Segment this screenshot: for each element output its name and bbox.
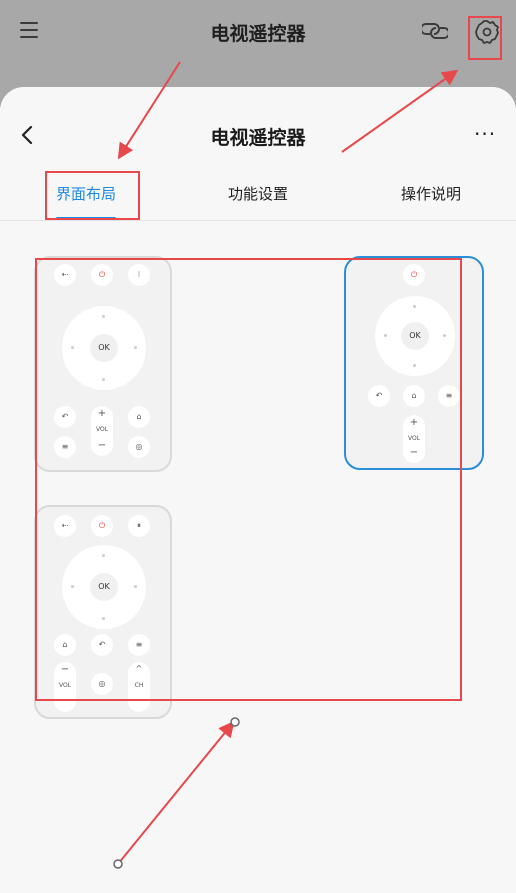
- tab-function-settings[interactable]: 功能设置: [228, 183, 288, 204]
- volume-control: + VOL −: [91, 406, 113, 456]
- active-tab-indicator: [56, 217, 116, 220]
- back-icon: ↶: [54, 406, 76, 428]
- settings-sheet: 电视遥控器 ··· 界面布局 功能设置 操作说明 ⇠ ⏻ ⁝ OK ↶ + VO…: [0, 87, 516, 893]
- ok-button: OK: [90, 334, 118, 362]
- link-icon[interactable]: [422, 20, 448, 42]
- tab-bar: 界面布局 功能设置 操作说明: [0, 183, 516, 221]
- volume-control: + VOL −: [403, 415, 425, 463]
- pause-icon: ⏸: [128, 515, 150, 537]
- sheet-header: 电视遥控器 ···: [0, 87, 516, 187]
- dpad: OK: [62, 306, 146, 390]
- tab-instructions[interactable]: 操作说明: [401, 183, 461, 204]
- input-icon: ⇠: [54, 515, 76, 537]
- menu-lines-icon: ≡: [54, 436, 76, 458]
- ok-button: OK: [401, 322, 429, 350]
- volume-control: − VOL: [54, 662, 76, 712]
- power-icon: ⏻: [403, 264, 425, 286]
- input-icon: ⇠: [54, 264, 76, 286]
- home-icon: ⌂: [403, 385, 425, 407]
- back-icon: ↶: [91, 634, 113, 656]
- home-icon: ⌂: [54, 634, 76, 656]
- dpad: OK: [62, 545, 146, 629]
- remote-layout-1[interactable]: ⇠ ⏻ ⁝ OK ↶ + VOL − ⌂ ≡ ◎: [34, 256, 172, 472]
- more-options-icon[interactable]: ···: [474, 124, 498, 148]
- power-icon: ⏻: [91, 515, 113, 537]
- background-header: 电视遥控器: [0, 0, 516, 64]
- home-icon: ⌂: [128, 406, 150, 428]
- channel-control: ^ CH: [128, 662, 150, 712]
- menu-icon: ⁝: [128, 264, 150, 286]
- gear-icon[interactable]: [474, 19, 500, 45]
- menu-lines-icon: ≡: [128, 634, 150, 656]
- dpad: OK: [375, 296, 455, 376]
- page-title: 电视遥控器: [210, 127, 306, 149]
- remote-layout-2[interactable]: ⏻ OK ↶ ⌂ ≡ + VOL −: [344, 256, 484, 470]
- menu-lines-icon: ≡: [438, 385, 460, 407]
- apps-icon: ◎: [91, 673, 113, 695]
- tab-layout[interactable]: 界面布局: [56, 183, 116, 204]
- back-icon: ↶: [368, 385, 390, 407]
- remote-layout-3[interactable]: ⇠ ⏻ ⏸ OK ⌂ ↶ ≡ − VOL ◎ ^ CH: [34, 505, 172, 719]
- ok-button: OK: [90, 573, 118, 601]
- power-icon: ⏻: [91, 264, 113, 286]
- apps-icon: ◎: [128, 436, 150, 458]
